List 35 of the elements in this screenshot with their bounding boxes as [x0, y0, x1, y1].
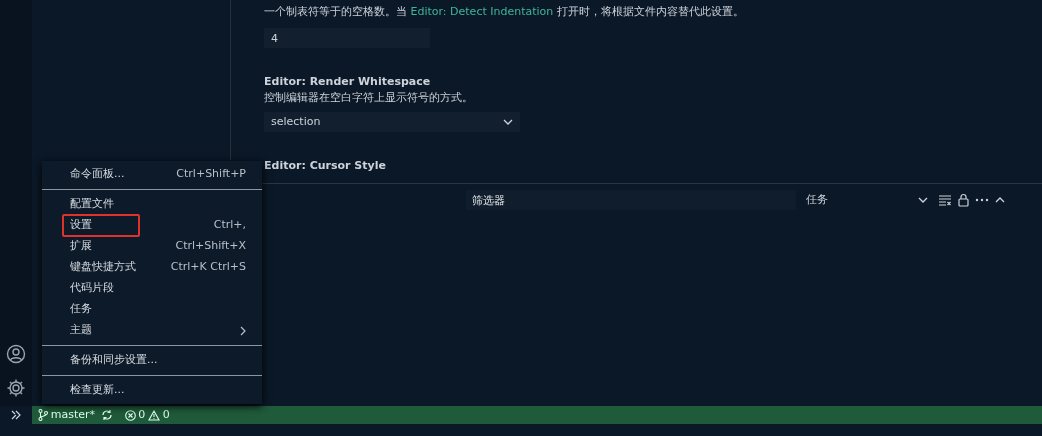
chevron-right-icon — [240, 325, 246, 336]
setting-title: Editor: Cursor Style — [264, 158, 387, 174]
chevron-down-icon — [918, 197, 928, 203]
setting-link[interactable]: Editor: Detect Indentation — [410, 5, 554, 18]
menu-item[interactable]: 配置文件 — [62, 194, 252, 215]
more-icon[interactable] — [975, 198, 989, 202]
menu-item[interactable]: 键盘快捷方式 Ctrl+K Ctrl+S — [62, 257, 252, 278]
chevron-up-icon[interactable] — [995, 197, 1005, 203]
menu-item[interactable]: 主题 — [62, 320, 252, 341]
branch-icon — [38, 409, 48, 421]
menu-item[interactable]: 检查更新... — [62, 380, 252, 401]
setting-title: Editor: Render Whitespace — [264, 74, 432, 90]
clear-list-icon[interactable] — [938, 194, 952, 206]
warning-icon — [148, 409, 161, 421]
lock-icon[interactable] — [958, 193, 969, 207]
setting-description: 控制编辑器在空白字符上显示符号的方式。 — [264, 90, 474, 106]
menu-item[interactable]: 任务 — [62, 299, 252, 320]
menu-item[interactable]: 命令面板... Ctrl+Shift+P — [62, 164, 252, 185]
problems-status[interactable]: 0 0 — [124, 406, 170, 424]
remote-icon[interactable] — [11, 410, 21, 420]
settings-icon[interactable] — [6, 378, 26, 398]
dropdown[interactable]: selection — [264, 112, 520, 132]
branch-status[interactable]: master* — [38, 406, 96, 424]
menu-item[interactable]: 扩展 Ctrl+Shift+X — [62, 236, 252, 257]
sync-icon[interactable] — [101, 409, 114, 421]
chevron-down-icon — [503, 119, 513, 125]
filter-field[interactable]: 筛选器 — [466, 190, 796, 210]
task-dropdown[interactable]: 任务 — [802, 190, 932, 210]
setting-description: 一个制表符等于的空格数。当 Editor: Detect Indentation 打开时，将根据文件内容替代此设置。 — [264, 4, 745, 20]
number-input[interactable]: 4 — [264, 28, 430, 48]
menu-item[interactable]: 设置 Ctrl+, — [62, 215, 252, 236]
menu-item[interactable]: 代码片段 — [62, 278, 252, 299]
error-icon — [124, 409, 136, 421]
menu-item[interactable]: 备份和同步设置... — [62, 350, 252, 371]
account-icon[interactable] — [6, 344, 26, 364]
